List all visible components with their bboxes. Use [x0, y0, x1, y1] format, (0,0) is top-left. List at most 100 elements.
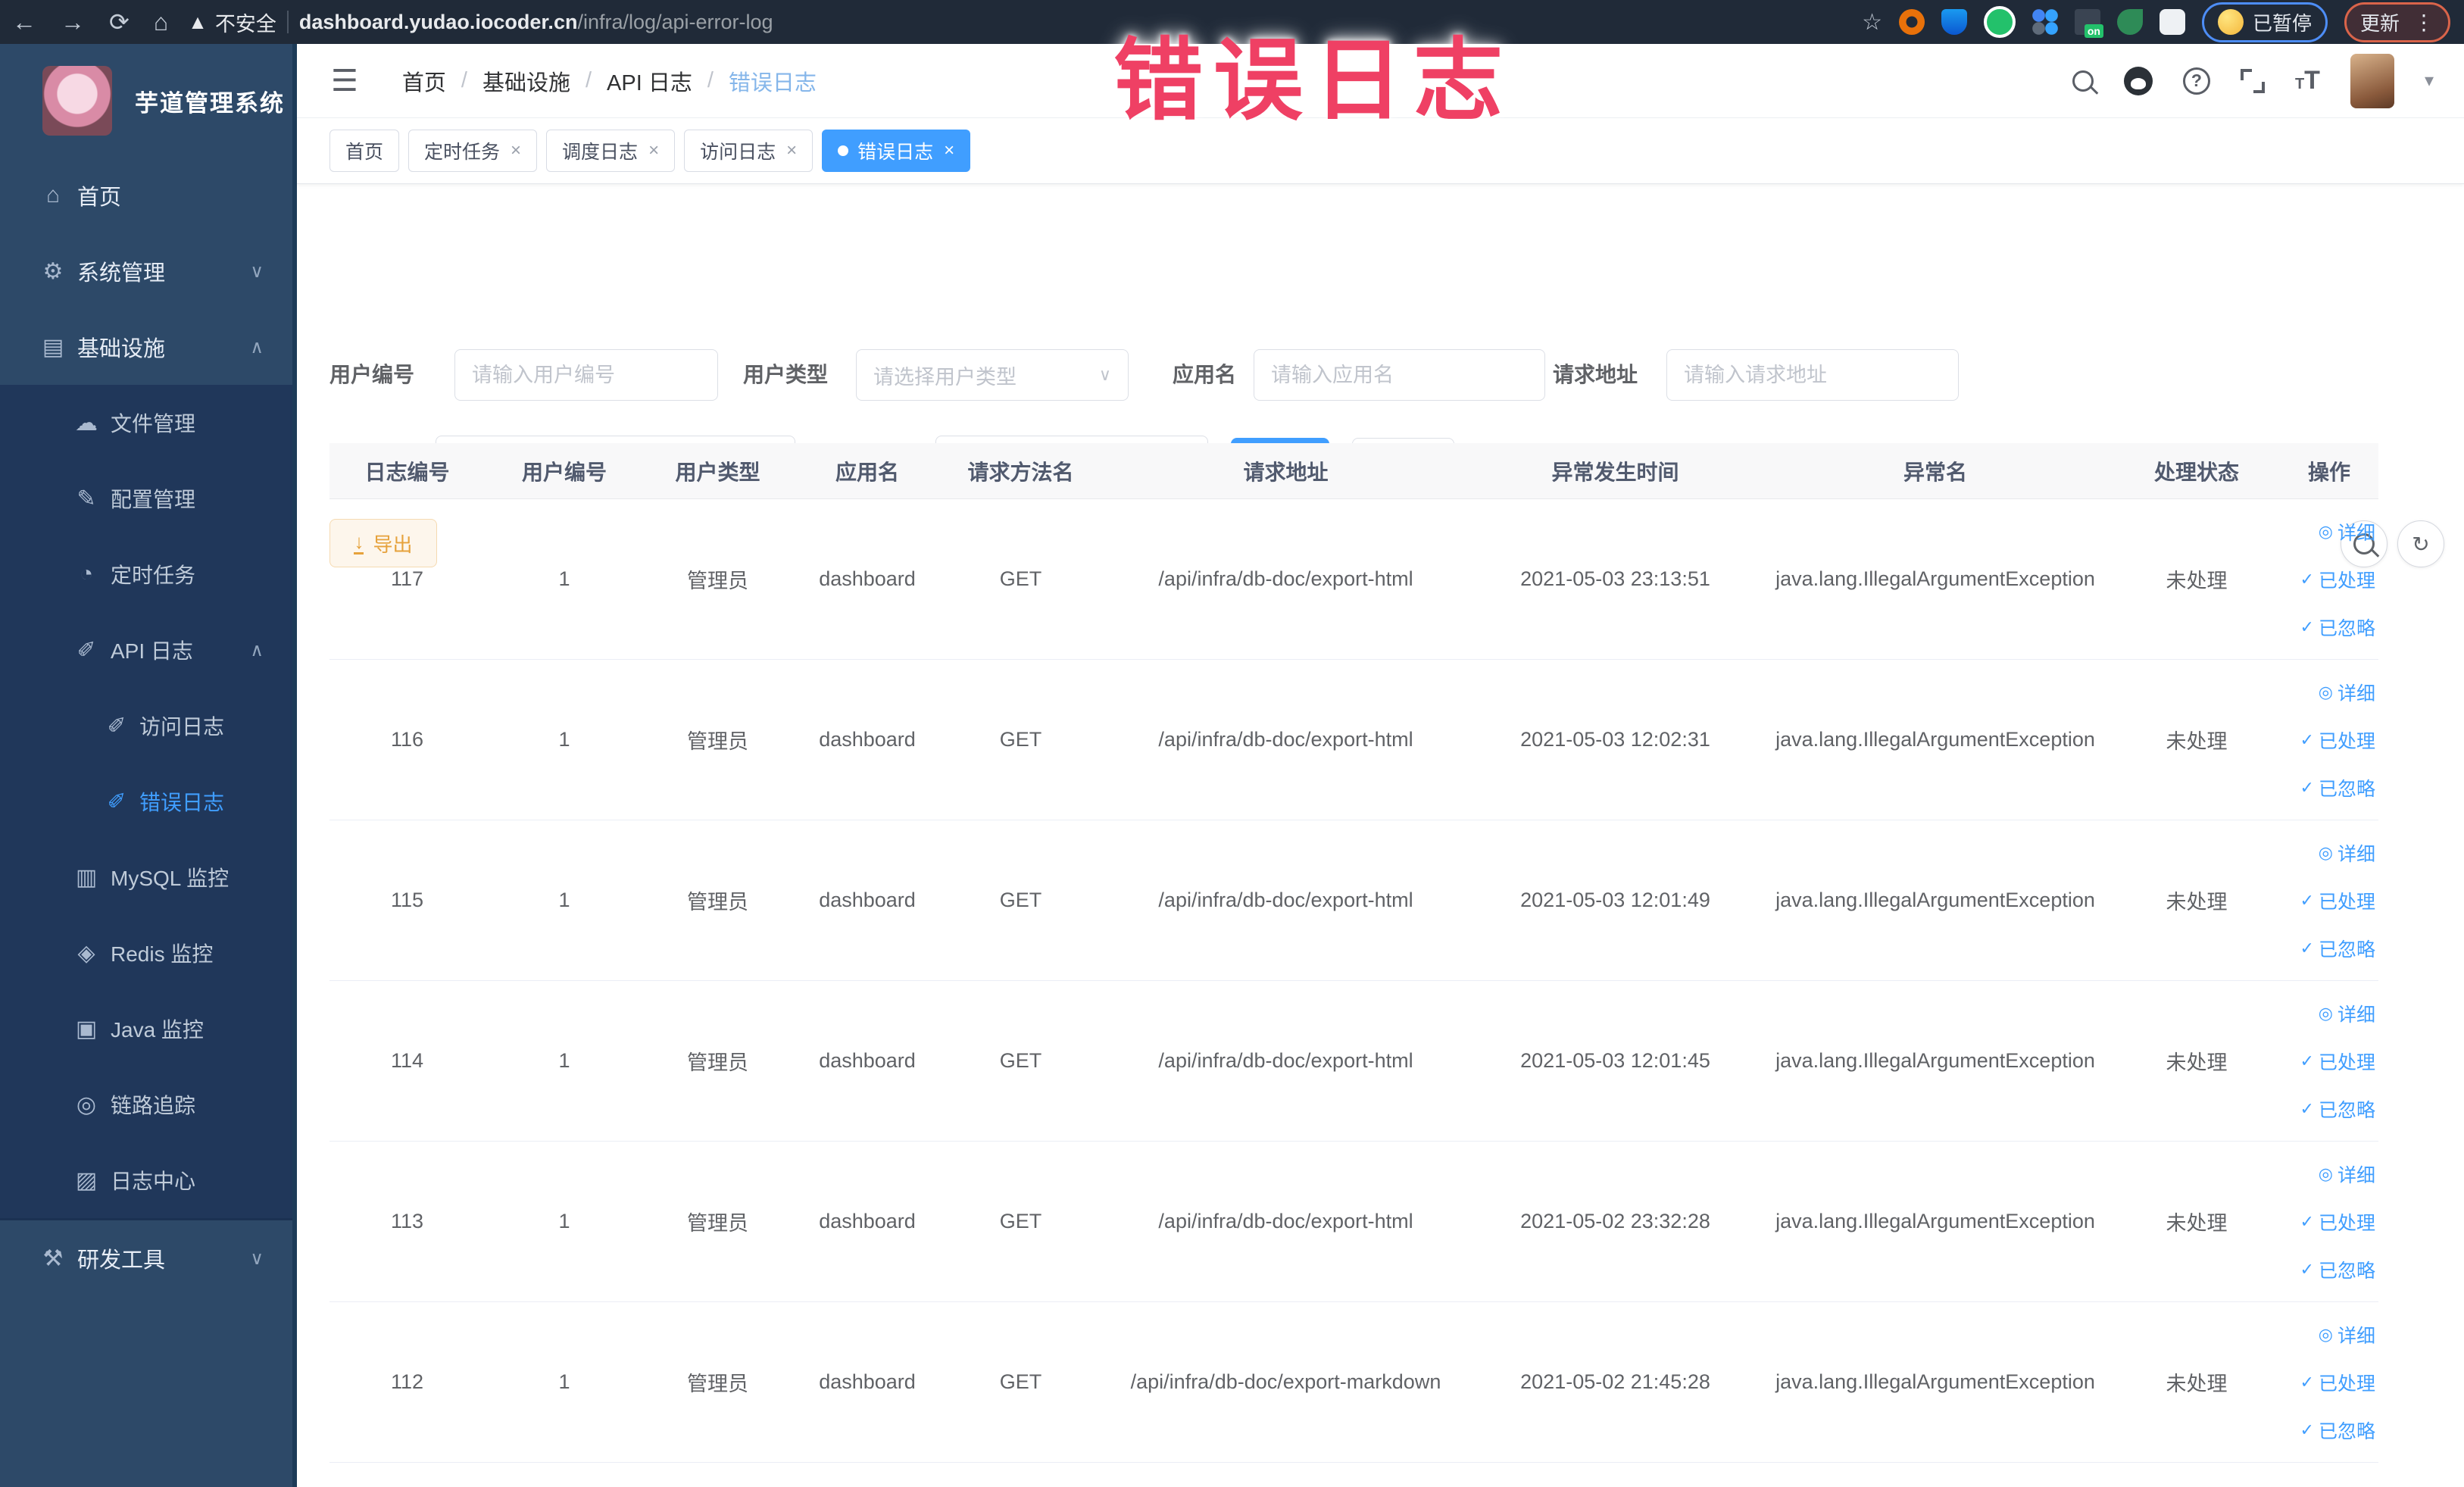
cell-exception: java.lang.IllegalArgumentException [1775, 1049, 2095, 1072]
cell-time: 2021-05-03 12:01:45 [1520, 1049, 1710, 1072]
action-详细[interactable]: ◎ 详细 [2319, 518, 2375, 545]
header-search-icon[interactable] [2072, 70, 2094, 92]
request-url-input[interactable] [1666, 349, 1959, 401]
tab-label: 访问日志 [700, 142, 776, 163]
action-详细[interactable]: ◎ 详细 [2319, 1321, 2375, 1348]
refresh-icon: ↻ [2412, 532, 2430, 556]
sidebar-item-定时任务[interactable]: ◔ 定时任务 [0, 536, 292, 612]
action-已处理[interactable]: ✓ 已处理 [2300, 726, 2375, 754]
cell-user_id: 1 [558, 1049, 570, 1072]
back-icon[interactable]: ← [12, 8, 36, 36]
close-icon[interactable]: × [511, 140, 521, 161]
close-icon[interactable]: × [944, 140, 954, 161]
sidebar-item-基础设施[interactable]: ▤ 基础设施 ∧ [0, 309, 292, 385]
bookmark-star-icon[interactable]: ☆ [1862, 9, 1882, 36]
breadcrumb-item-基础设施[interactable]: 基础设施 [482, 65, 570, 97]
sidebar-item-Java 监控[interactable]: ▣ Java 监控 [0, 991, 292, 1067]
cell-actions: ◎ 详细 ✓ 已处理 ✓ 已忽略 [2280, 1161, 2378, 1283]
tab-错误日志[interactable]: 错误日志 × [822, 130, 971, 172]
user-avatar[interactable] [2350, 53, 2394, 108]
refresh-table-button[interactable]: ↻ [2397, 520, 2444, 567]
chevron-down-icon: ∨ [1098, 365, 1111, 384]
address-bar[interactable]: ▲ 不安全 dashboard.yudao.iocoder.cn/infra/l… [188, 8, 773, 37]
user-id-input[interactable] [454, 349, 718, 401]
cell-url: /api/infra/db-doc/export-html [1158, 1049, 1413, 1072]
app-logo-row[interactable]: 芋道管理系统 [0, 44, 292, 158]
paused-badge[interactable]: 已暂停 [2201, 2, 2328, 42]
forward-icon[interactable]: → [61, 8, 85, 36]
security-label[interactable]: 不安全 [215, 8, 276, 37]
action-已忽略[interactable]: ✓ 已忽略 [2300, 1417, 2375, 1444]
cell-app: dashboard [819, 1049, 916, 1072]
help-icon[interactable]: ? [2182, 67, 2210, 95]
cell-status: 未处理 [2166, 570, 2228, 592]
action-已处理[interactable]: ✓ 已处理 [2300, 566, 2375, 593]
close-icon[interactable]: × [786, 140, 797, 161]
sidebar-item-链路追踪[interactable]: ◎ 链路追踪 [0, 1067, 292, 1142]
user-type-select[interactable]: 请选择用户类型 ∨ [856, 349, 1129, 401]
hamburger-icon[interactable]: ☰ [331, 64, 358, 98]
font-size-icon[interactable]: TT [2295, 66, 2320, 95]
extension-sprout-icon[interactable] [2116, 9, 2143, 35]
action-已忽略[interactable]: ✓ 已忽略 [2300, 614, 2375, 641]
check-icon: ✓ [2300, 890, 2314, 910]
action-label: 详细 [2337, 522, 2375, 544]
reload-icon[interactable]: ⟳ [109, 8, 130, 36]
sidebar-item-访问日志[interactable]: ✐ 访问日志 [0, 688, 292, 764]
close-icon[interactable]: × [648, 140, 659, 161]
action-详细[interactable]: ◎ 详细 [2319, 839, 2375, 867]
tab-定时任务[interactable]: 定时任务 × [408, 130, 538, 172]
action-详细[interactable]: ◎ 详细 [2319, 1161, 2375, 1188]
eye-icon: ◎ [2318, 1164, 2333, 1183]
action-详细[interactable]: ◎ 详细 [2319, 1000, 2375, 1027]
extension-puzzle-icon[interactable] [2159, 9, 2185, 35]
cell-exception: java.lang.IllegalArgumentException [1775, 728, 2095, 751]
browser-home-icon[interactable]: ⌂ [154, 8, 168, 36]
cell-exception: java.lang.IllegalArgumentException [1775, 567, 2095, 590]
extension-green-icon[interactable] [1983, 6, 2016, 38]
table-row-114: 114 1 管理员 dashboard GET/api/infra/db-doc/exp… [329, 981, 2378, 1142]
action-详细[interactable]: ◎ 详细 [2319, 679, 2375, 706]
action-已忽略[interactable]: ✓ 已忽略 [2300, 1095, 2375, 1123]
sidebar-item-错误日志[interactable]: ✐ 错误日志 [0, 764, 292, 839]
action-label: 详细 [2337, 1325, 2375, 1347]
github-icon[interactable] [2123, 66, 2153, 95]
sidebar-item-配置管理[interactable]: ✎ 配置管理 [0, 461, 292, 536]
extension-orange-icon[interactable] [1898, 9, 1925, 35]
action-已忽略[interactable]: ✓ 已忽略 [2300, 774, 2375, 801]
action-已处理[interactable]: ✓ 已处理 [2300, 1208, 2375, 1236]
update-button[interactable]: 更新 ⋮ [2344, 2, 2450, 42]
sidebar-item-API 日志[interactable]: ✐ API 日志 ∧ [0, 612, 292, 688]
sidebar-item-文件管理[interactable]: ☁ 文件管理 [0, 385, 292, 461]
sidebar-item-系统管理[interactable]: ⚙ 系统管理 ∨ [0, 233, 292, 309]
action-已忽略[interactable]: ✓ 已忽略 [2300, 935, 2375, 962]
extension-grid-icon[interactable] [2031, 9, 2058, 35]
cell-exception: java.lang.IllegalArgumentException [1775, 1370, 2095, 1393]
sidebar-item-首页[interactable]: ⌂ 首页 [0, 158, 292, 233]
app-name-input[interactable] [1254, 349, 1545, 401]
tab-访问日志[interactable]: 访问日志 × [684, 130, 814, 172]
cell-actions: ◎ 详细 ✓ 已处理 ✓ 已忽略 [2280, 1321, 2378, 1444]
action-已忽略[interactable]: ✓ 已忽略 [2300, 1256, 2375, 1283]
breadcrumb-item-API 日志[interactable]: API 日志 [607, 65, 692, 97]
browser-menu-icon[interactable]: ⋮ [2413, 10, 2434, 35]
breadcrumb-item-首页[interactable]: 首页 [402, 65, 446, 97]
avatar-caret-icon[interactable]: ▾ [2425, 70, 2434, 92]
sidebar-item-研发工具[interactable]: ⚒ 研发工具 ∨ [0, 1220, 292, 1296]
check-icon: ✓ [2300, 1259, 2314, 1279]
sidebar-item-Redis 监控[interactable]: ◈ Redis 监控 [0, 915, 292, 991]
sidebar-item-日志中心[interactable]: ▨ 日志中心 [0, 1142, 292, 1218]
action-已处理[interactable]: ✓ 已处理 [2300, 1048, 2375, 1075]
cell-status: 未处理 [2166, 1212, 2228, 1235]
action-已处理[interactable]: ✓ 已处理 [2300, 887, 2375, 914]
trace-icon: ◎ [76, 1092, 97, 1117]
action-已处理[interactable]: ✓ 已处理 [2300, 1369, 2375, 1396]
check-icon: ✓ [2300, 1420, 2314, 1439]
extension-shield-icon[interactable] [1941, 9, 1967, 35]
fullscreen-icon[interactable] [2240, 68, 2265, 93]
table-row-112: 112 1 管理员 dashboard GET/api/infra/db-doc/exp… [329, 1302, 2378, 1463]
sidebar-item-MySQL 监控[interactable]: ▥ MySQL 监控 [0, 839, 292, 915]
tab-首页[interactable]: 首页 [329, 130, 400, 172]
extension-on-badge-icon[interactable] [2074, 9, 2103, 38]
tab-调度日志[interactable]: 调度日志 × [546, 130, 676, 172]
